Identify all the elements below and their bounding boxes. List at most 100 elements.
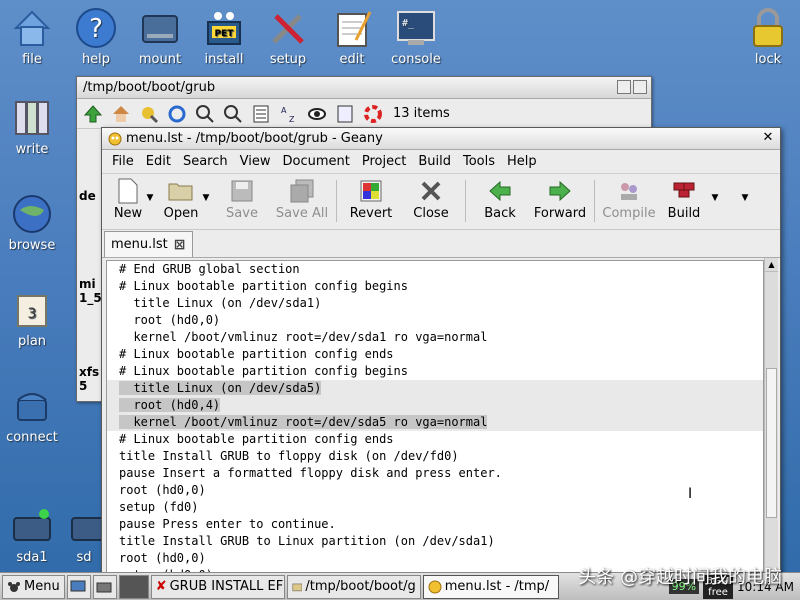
desktop-icon-install[interactable]: PET install [192, 6, 256, 67]
code-line[interactable]: kernel /boot/vmlinuz root=/dev/sda1 ro v… [107, 329, 763, 346]
up-arrow-icon[interactable] [81, 103, 105, 125]
menu-tools[interactable]: Tools [457, 150, 501, 174]
bookmark-icon[interactable] [137, 103, 161, 125]
menu-help[interactable]: Help [501, 150, 543, 174]
start-menu-button[interactable]: Menu [2, 574, 65, 599]
new-dropdown-arrow[interactable]: ▼ [144, 178, 156, 218]
zoom-in-icon[interactable] [193, 103, 217, 125]
file-manager-titlebar[interactable]: /tmp/boot/boot/grub [77, 77, 651, 99]
desktop-icon-help[interactable]: ? help [64, 6, 128, 67]
menu-document[interactable]: Document [276, 150, 355, 174]
menu-view[interactable]: View [234, 150, 277, 174]
file-label[interactable]: de [79, 189, 103, 203]
pet-icon: PET [207, 12, 241, 45]
code-line[interactable]: # End GRUB global section [107, 261, 763, 278]
code-line[interactable]: title Linux (on /dev/sda5) [107, 380, 763, 397]
refresh-icon[interactable] [165, 103, 189, 125]
desktop-icon-edit[interactable]: edit [320, 6, 384, 67]
item-count: 13 items [393, 106, 450, 121]
code-line[interactable]: root (hd0,4) [107, 397, 763, 414]
task-grub-install[interactable]: ✘ GRUB INSTALL EF [150, 574, 285, 599]
details-view-icon[interactable] [249, 103, 273, 125]
desktop-icon-lock[interactable]: lock [736, 6, 800, 67]
scrollbar-thumb[interactable] [766, 368, 777, 518]
compile-icon [616, 178, 642, 204]
menu-search[interactable]: Search [177, 150, 234, 174]
pager-workspace[interactable] [118, 574, 149, 599]
save-button[interactable]: Save [212, 178, 272, 221]
eye-icon[interactable] [305, 103, 329, 125]
open-button[interactable]: Open [156, 178, 206, 221]
toolbar-separator [594, 180, 595, 222]
desktop-icon-setup[interactable]: setup [256, 6, 320, 67]
code-line[interactable]: setup (fd0) [107, 499, 763, 516]
desktop-icon-plan[interactable]: 3 plan [0, 288, 64, 349]
list-icon[interactable] [333, 103, 357, 125]
file-label[interactable]: xfs 5 [79, 365, 103, 393]
code-line[interactable]: root (hd0,0) [107, 482, 763, 499]
quicklaunch-icon[interactable] [66, 574, 91, 599]
menu-file[interactable]: File [106, 150, 140, 174]
tab-menu-lst[interactable]: menu.lst ⊠ [104, 231, 193, 257]
sort-icon[interactable]: AZ [277, 103, 301, 125]
back-button[interactable]: Back [470, 178, 530, 221]
desktop-icon [96, 582, 112, 592]
revert-button[interactable]: Revert [341, 178, 401, 221]
desktop-icon-browse[interactable]: browse [0, 192, 64, 253]
zoom-fit-icon[interactable] [221, 103, 245, 125]
close-window-button[interactable]: ✕ [760, 131, 776, 147]
tools-icon [272, 14, 304, 44]
toolbar-overflow-arrow[interactable]: ▼ [739, 178, 751, 218]
home-icon[interactable] [109, 103, 133, 125]
desktop-icon-sda1[interactable]: sda1 [0, 504, 64, 565]
save-all-icon [289, 178, 315, 204]
code-line[interactable]: title Install GRUB to floppy disk (on /d… [107, 448, 763, 465]
arrow-right-icon [547, 178, 573, 204]
desktop-icon-partial[interactable]: sd [64, 504, 104, 565]
close-tab-icon[interactable]: ⊠ [174, 237, 186, 253]
geany-titlebar[interactable]: menu.lst - /tmp/boot/boot/grub - Geany ✕ [102, 128, 780, 150]
code-editor[interactable]: # End GRUB global section # Linux bootabl… [106, 260, 764, 576]
code-line[interactable]: title Linux (on /dev/sda1) [107, 295, 763, 312]
code-line[interactable]: # Linux bootable partition config begins [107, 278, 763, 295]
svg-text:#_: #_ [402, 18, 415, 29]
menu-edit[interactable]: Edit [140, 150, 177, 174]
compile-button[interactable]: Compile [599, 178, 659, 221]
code-line[interactable]: # Linux bootable partition config ends [107, 431, 763, 448]
monitor-icon [70, 580, 86, 591]
desktop-icon-write[interactable]: write [0, 96, 64, 157]
code-line[interactable]: root (hd0,0) [107, 312, 763, 329]
lifebuoy-icon[interactable] [361, 103, 385, 125]
code-line[interactable]: kernel /boot/vmlinuz root=/dev/sda5 ro v… [107, 414, 763, 431]
save-all-button[interactable]: Save All [272, 178, 332, 221]
scroll-up-arrow[interactable]: ▲ [765, 258, 778, 272]
build-button[interactable]: Build [659, 178, 709, 221]
forward-button[interactable]: Forward [530, 178, 590, 221]
code-line[interactable]: pause Insert a formatted floppy disk and… [107, 465, 763, 482]
desktop-icon-console[interactable]: #_ console [384, 6, 448, 67]
menu-build[interactable]: Build [412, 150, 457, 174]
task-geany[interactable]: menu.lst - /tmp/ [422, 574, 559, 599]
desktop-icon-connect[interactable]: connect [0, 384, 64, 445]
geany-window[interactable]: menu.lst - /tmp/boot/boot/grub - Geany ✕… [101, 127, 781, 577]
file-label[interactable]: mi 1_5 [79, 277, 103, 305]
close-button[interactable]: Close [401, 178, 461, 221]
new-file-icon [115, 178, 141, 204]
home-icon [13, 10, 51, 46]
vertical-scrollbar[interactable]: ▲ [764, 258, 778, 576]
code-line[interactable]: title Install GRUB to Linux partition (o… [107, 533, 763, 550]
desktop-icon-mount[interactable]: mount [128, 6, 192, 67]
phone-icon [17, 393, 47, 421]
code-line[interactable]: # Linux bootable partition config begins [107, 363, 763, 380]
menu-project[interactable]: Project [356, 150, 412, 174]
code-line[interactable]: # Linux bootable partition config ends [107, 346, 763, 363]
desktop-icon-file[interactable]: file [0, 6, 64, 67]
task-file-manager[interactable]: /tmp/boot/boot/g [286, 574, 421, 599]
maximize-button[interactable] [633, 80, 647, 94]
quicklaunch-icon[interactable] [92, 574, 117, 599]
calendar-icon: 3 [17, 295, 47, 327]
code-line[interactable]: pause Press enter to continue. [107, 516, 763, 533]
build-dropdown-arrow[interactable]: ▼ [709, 178, 721, 218]
minimize-button[interactable] [617, 80, 631, 94]
open-dropdown-arrow[interactable]: ▼ [200, 178, 212, 218]
